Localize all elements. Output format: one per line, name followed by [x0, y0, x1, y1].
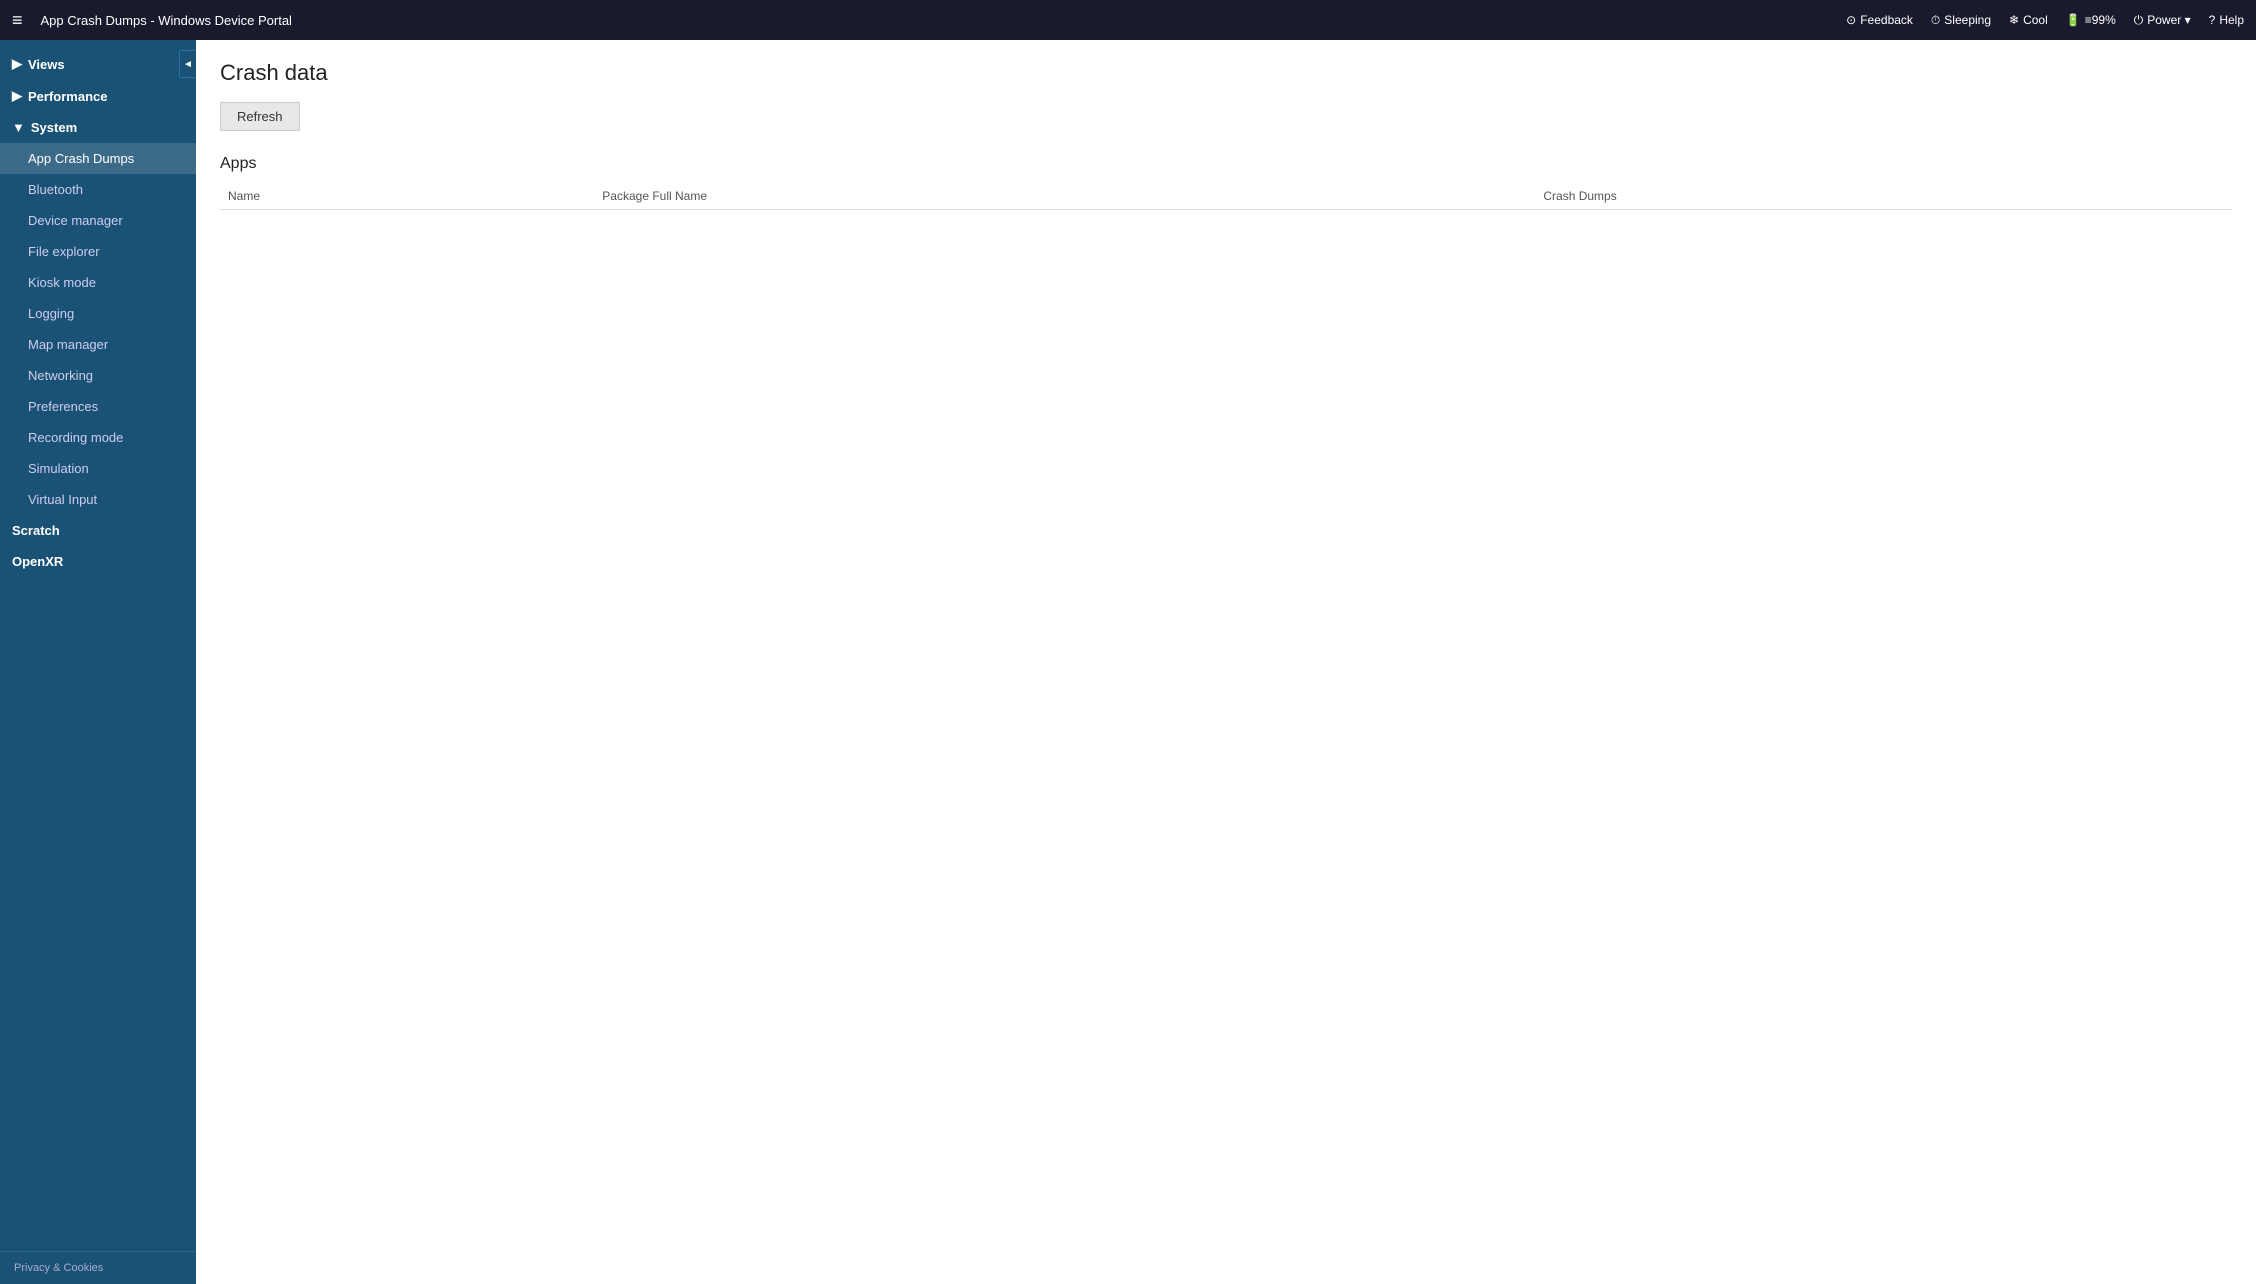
sidebar-item-label-file-explorer: File explorer — [28, 244, 100, 259]
sidebar: ◄ ▶ Views ▶ Performance ▼ System App Cra… — [0, 40, 196, 1284]
menu-icon[interactable]: ≡ — [12, 10, 23, 31]
sidebar-item-label-virtual-input: Virtual Input — [28, 492, 97, 507]
sidebar-item-bluetooth[interactable]: Bluetooth — [0, 174, 196, 205]
performance-arrow-icon: ▶ — [12, 88, 22, 104]
sidebar-nav: ▶ Views ▶ Performance ▼ System App Crash… — [0, 40, 196, 585]
sidebar-item-app-crash-dumps[interactable]: App Crash Dumps — [0, 143, 196, 174]
sidebar-item-label-bluetooth: Bluetooth — [28, 182, 83, 197]
sidebar-item-map-manager[interactable]: Map manager — [0, 329, 196, 360]
crash-data-table: Name Package Full Name Crash Dumps — [220, 183, 2232, 210]
col-header-name: Name — [220, 183, 594, 210]
system-arrow-icon: ▼ — [12, 120, 25, 135]
sidebar-item-performance[interactable]: ▶ Performance — [0, 80, 196, 112]
power-action[interactable]: ⏻ Power ▾ — [2134, 13, 2191, 28]
sidebar-item-label-kiosk-mode: Kiosk mode — [28, 275, 96, 290]
sidebar-item-views[interactable]: ▶ Views — [0, 48, 196, 80]
top-actions: ⊙ Feedback ⏱ Sleeping ❄ Cool 🔋 ≡99% ⏻ Po… — [1846, 13, 2244, 28]
sidebar-item-device-manager[interactable]: Device manager — [0, 205, 196, 236]
battery-icon: 🔋 — [2066, 13, 2081, 27]
sidebar-item-preferences[interactable]: Preferences — [0, 391, 196, 422]
sidebar-item-networking[interactable]: Networking — [0, 360, 196, 391]
page-title: Crash data — [220, 60, 2232, 86]
feedback-label: Feedback — [1860, 13, 1913, 27]
app-title: App Crash Dumps - Windows Device Portal — [41, 13, 1837, 28]
sidebar-item-simulation[interactable]: Simulation — [0, 453, 196, 484]
feedback-action[interactable]: ⊙ Feedback — [1846, 13, 1913, 27]
privacy-cookies-link[interactable]: Privacy & Cookies — [0, 1251, 196, 1284]
help-action[interactable]: ? Help — [2209, 13, 2244, 27]
sidebar-item-virtual-input[interactable]: Virtual Input — [0, 484, 196, 515]
refresh-button[interactable]: Refresh — [220, 102, 300, 131]
privacy-cookies-label: Privacy & Cookies — [14, 1262, 103, 1274]
table-header-row: Name Package Full Name Crash Dumps — [220, 183, 2232, 210]
sidebar-item-label-preferences: Preferences — [28, 399, 98, 414]
sidebar-collapse-button[interactable]: ◄ — [179, 50, 196, 78]
sidebar-item-label-simulation: Simulation — [28, 461, 89, 476]
sidebar-item-label-openxr: OpenXR — [12, 554, 63, 569]
help-label: Help — [2219, 13, 2244, 27]
power-label: Power ▾ — [2147, 13, 2190, 27]
main-layout: ◄ ▶ Views ▶ Performance ▼ System App Cra… — [0, 40, 2256, 1284]
sidebar-item-label-scratch: Scratch — [12, 523, 60, 538]
table-header: Name Package Full Name Crash Dumps — [220, 183, 2232, 210]
sidebar-item-label-map-manager: Map manager — [28, 337, 108, 352]
topbar: ≡ App Crash Dumps - Windows Device Porta… — [0, 0, 2256, 40]
sleeping-action[interactable]: ⏱ Sleeping — [1931, 13, 1991, 28]
power-icon: ⏻ — [2134, 13, 2144, 28]
col-header-package-full-name: Package Full Name — [594, 183, 1535, 210]
views-arrow-icon: ▶ — [12, 56, 22, 72]
sidebar-item-scratch[interactable]: Scratch — [0, 515, 196, 546]
help-icon: ? — [2209, 13, 2216, 27]
content-area: Crash data Refresh Apps Name Package Ful… — [196, 40, 2256, 1284]
sidebar-item-label-device-manager: Device manager — [28, 213, 123, 228]
cool-action[interactable]: ❄ Cool — [2009, 13, 2048, 27]
sidebar-item-label-recording-mode: Recording mode — [28, 430, 123, 445]
sidebar-item-label-system: System — [31, 120, 77, 135]
sidebar-item-file-explorer[interactable]: File explorer — [0, 236, 196, 267]
sleeping-icon: ⏱ — [1931, 13, 1940, 28]
sidebar-item-system[interactable]: ▼ System — [0, 112, 196, 143]
feedback-icon: ⊙ — [1846, 13, 1856, 27]
sleeping-label: Sleeping — [1944, 13, 1991, 27]
sidebar-item-logging[interactable]: Logging — [0, 298, 196, 329]
sidebar-item-label-performance: Performance — [28, 89, 107, 104]
sidebar-item-label-app-crash-dumps: App Crash Dumps — [28, 151, 134, 166]
apps-section-title: Apps — [220, 155, 2232, 173]
col-header-crash-dumps: Crash Dumps — [1535, 183, 2232, 210]
cool-icon: ❄ — [2009, 13, 2019, 27]
battery-label: ≡99% — [2085, 13, 2116, 27]
battery-action[interactable]: 🔋 ≡99% — [2066, 13, 2116, 27]
sidebar-item-label-networking: Networking — [28, 368, 93, 383]
cool-label: Cool — [2023, 13, 2048, 27]
sidebar-item-label-logging: Logging — [28, 306, 74, 321]
sidebar-item-label-views: Views — [28, 57, 65, 72]
sidebar-item-openxr[interactable]: OpenXR — [0, 546, 196, 577]
sidebar-item-kiosk-mode[interactable]: Kiosk mode — [0, 267, 196, 298]
sidebar-item-recording-mode[interactable]: Recording mode — [0, 422, 196, 453]
